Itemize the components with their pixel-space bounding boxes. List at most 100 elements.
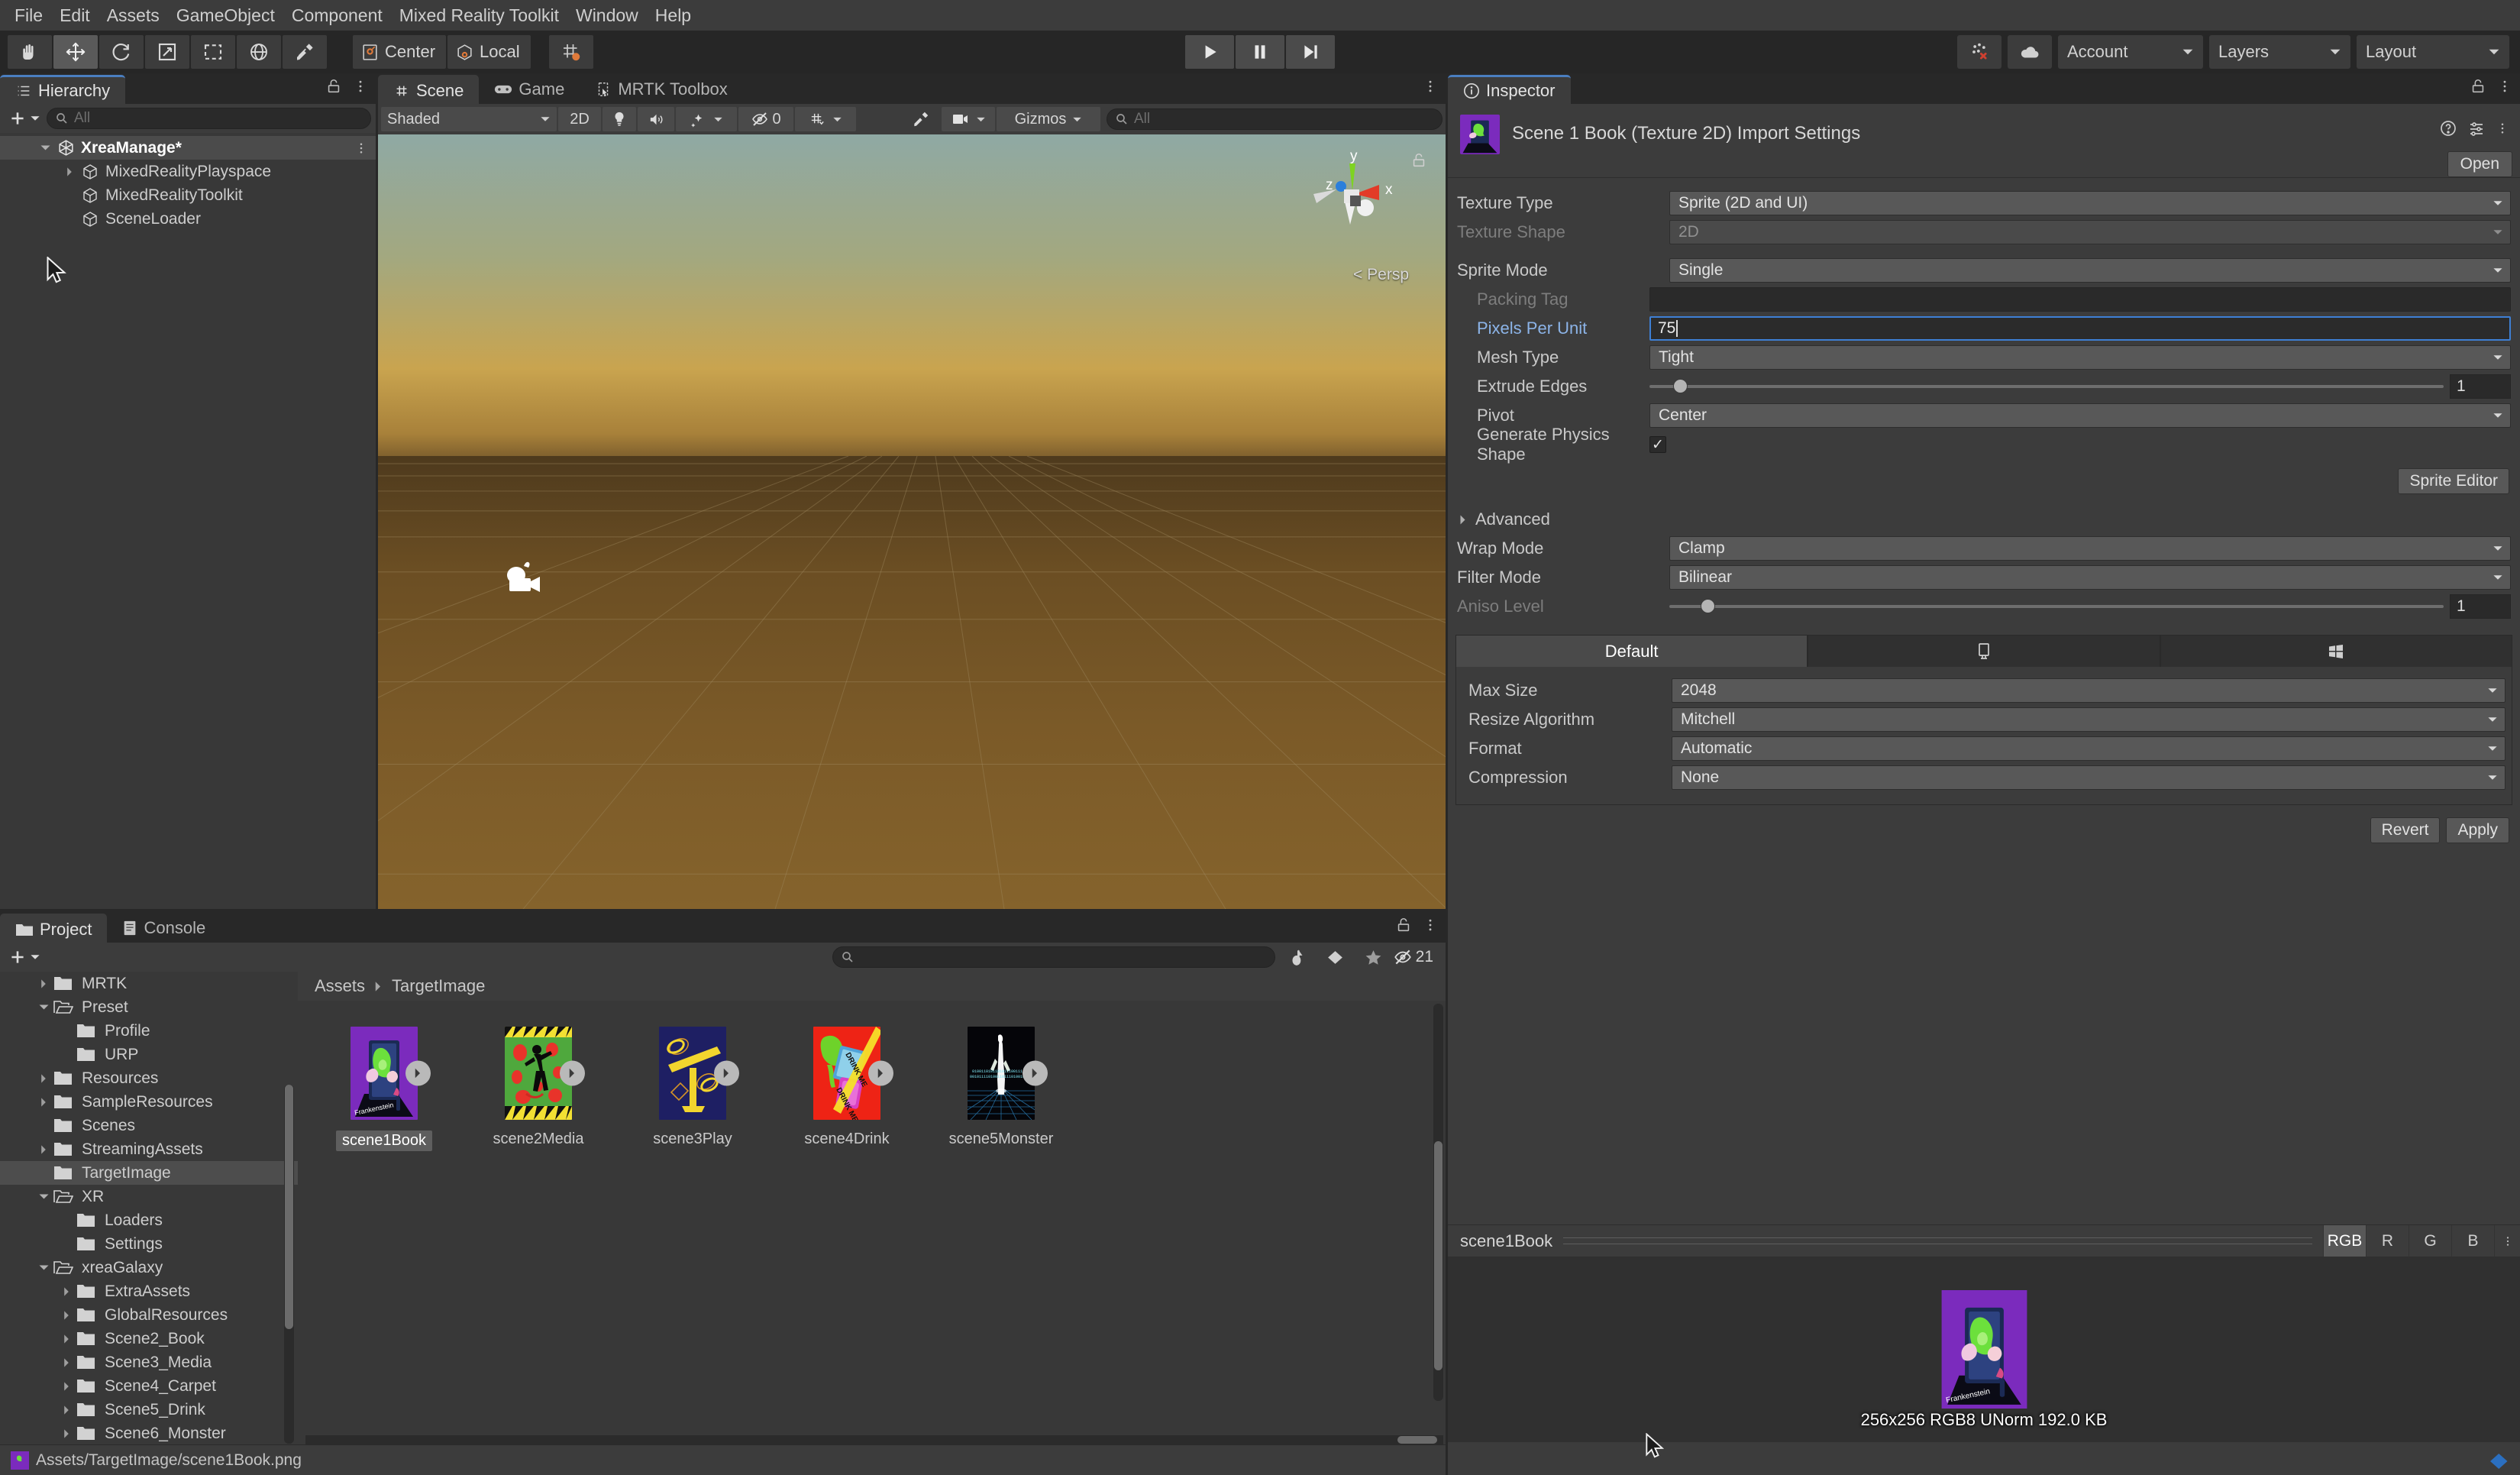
packing-tag-input[interactable]: [1649, 287, 2511, 312]
layers-dropdown[interactable]: Layers: [2209, 35, 2350, 69]
favorites-button[interactable]: [1355, 948, 1393, 967]
pivot-dropdown[interactable]: Center: [1649, 403, 2511, 428]
generate-physics-shape-checkbox[interactable]: ✓: [1649, 436, 1666, 453]
asset-expand-button[interactable]: [560, 1061, 585, 1086]
scene-viewport[interactable]: y z x < Persp: [378, 134, 1446, 909]
asset-item-scene2media[interactable]: scene2Media: [478, 1027, 599, 1151]
folder-row-resources[interactable]: Resources: [0, 1066, 298, 1090]
folder-row-sampleresources[interactable]: SampleResources: [0, 1090, 298, 1114]
scene-tools-button[interactable]: [902, 107, 940, 131]
lock-icon[interactable]: [2470, 78, 2486, 95]
step-button[interactable]: [1286, 35, 1335, 69]
draw-mode-dropdown[interactable]: Shaded: [381, 107, 557, 131]
rotate-tool-button[interactable]: [99, 35, 144, 69]
tab-game[interactable]: Game: [479, 75, 580, 104]
folder-row-scene5-drink[interactable]: Scene5_Drink: [0, 1398, 298, 1422]
project-hscrollbar[interactable]: [305, 1435, 1443, 1444]
twisty-right-icon[interactable]: [38, 1073, 49, 1084]
scene-camera-button[interactable]: [942, 107, 995, 131]
tab-project[interactable]: Project: [0, 914, 107, 943]
kebab-menu-icon[interactable]: [2497, 78, 2512, 95]
hidden-assets-count[interactable]: 21: [1393, 947, 1441, 967]
texture-type-dropdown[interactable]: Sprite (2D and UI): [1669, 191, 2511, 215]
rect-tool-button[interactable]: [191, 35, 235, 69]
scene-search-input[interactable]: All: [1107, 108, 1443, 130]
revert-button[interactable]: Revert: [2370, 817, 2441, 843]
lock-icon[interactable]: [1395, 917, 1412, 933]
folder-row-xreagalaxy[interactable]: xreaGalaxy: [0, 1256, 298, 1279]
toggle-2d-button[interactable]: 2D: [558, 107, 601, 131]
folder-row-xr[interactable]: XR: [0, 1185, 298, 1208]
folder-row-settings[interactable]: Settings: [0, 1232, 298, 1256]
play-button[interactable]: [1185, 35, 1234, 69]
tab-inspector[interactable]: Inspector: [1448, 75, 1571, 104]
asset-expand-button[interactable]: [405, 1061, 431, 1086]
hierarchy-search-input[interactable]: All: [47, 108, 371, 129]
lighting-toggle-button[interactable]: [603, 107, 636, 131]
menu-item-window[interactable]: Window: [567, 0, 647, 31]
scale-tool-button[interactable]: [145, 35, 189, 69]
kebab-menu-icon[interactable]: [353, 78, 368, 95]
max-size-dropdown[interactable]: 2048: [1672, 678, 2505, 703]
menu-item-help[interactable]: Help: [647, 0, 699, 31]
panel-divider-inspector[interactable]: [1446, 73, 1448, 1475]
asset-item-scene5monster[interactable]: 0100110101101011100111 00101111010011011…: [941, 1027, 1061, 1151]
project-tree-scrollbar[interactable]: [1433, 1004, 1443, 1401]
open-button[interactable]: Open: [2447, 151, 2512, 177]
twisty-right-icon[interactable]: [61, 1286, 72, 1297]
rotation-mode-button[interactable]: Local: [447, 35, 531, 69]
extrude-edges-slider[interactable]: [1649, 385, 2444, 388]
breadcrumb-targetimage[interactable]: TargetImage: [392, 976, 485, 996]
filter-by-label-button[interactable]: [1317, 948, 1355, 967]
twisty-right-icon[interactable]: [38, 978, 49, 989]
filter-mode-dropdown[interactable]: Bilinear: [1669, 565, 2511, 590]
hierarchy-row-xreamanage[interactable]: XreaManage*: [0, 136, 376, 160]
folder-row-targetimage[interactable]: TargetImage: [0, 1161, 298, 1185]
asset-item-scene1book[interactable]: Frankenstein scene1Book: [324, 1027, 444, 1151]
platform-tab-standalone[interactable]: [1808, 635, 2160, 667]
project-create-button[interactable]: [5, 947, 44, 967]
panel-divider-vertical[interactable]: [376, 73, 378, 909]
layout-dropdown[interactable]: Layout: [2357, 35, 2509, 69]
tag-icon[interactable]: [2486, 1450, 2509, 1473]
twisty-right-icon[interactable]: [61, 1405, 72, 1415]
hierarchy-create-button[interactable]: [5, 108, 44, 128]
help-icon[interactable]: [2439, 119, 2457, 137]
asset-item-scene3play[interactable]: scene3Play: [632, 1027, 753, 1151]
channel-r-button[interactable]: R: [2366, 1225, 2409, 1257]
twisty-down-icon[interactable]: [38, 1262, 50, 1273]
preset-icon[interactable]: [2467, 119, 2486, 137]
folder-row-scene6-monster[interactable]: Scene6_Monster: [0, 1422, 298, 1445]
hand-tool-button[interactable]: [8, 35, 52, 69]
scene-perspective-label[interactable]: < Persp: [1353, 266, 1409, 284]
custom-editor-tool-button[interactable]: [283, 35, 327, 69]
hierarchy-row-sceneloader[interactable]: SceneLoader: [0, 207, 376, 231]
transform-tool-button[interactable]: [237, 35, 281, 69]
kebab-menu-icon[interactable]: [1423, 917, 1438, 933]
channel-b-button[interactable]: B: [2451, 1225, 2494, 1257]
gizmos-dropdown[interactable]: Gizmos: [997, 107, 1100, 131]
menu-item-component[interactable]: Component: [283, 0, 391, 31]
folder-row-profile[interactable]: Profile: [0, 1019, 298, 1043]
lock-icon[interactable]: [325, 78, 342, 95]
platform-tab-windows[interactable]: [2160, 635, 2512, 667]
scene-axis-gizmo[interactable]: y z x: [1306, 148, 1404, 247]
folder-row-scenes[interactable]: Scenes: [0, 1114, 298, 1137]
tab-hierarchy[interactable]: Hierarchy: [0, 75, 125, 104]
filter-by-type-button[interactable]: [1278, 947, 1317, 967]
hierarchy-row-mixedrealityplayspace[interactable]: MixedRealityPlayspace: [0, 160, 376, 183]
kebab-menu-icon[interactable]: [2496, 120, 2509, 137]
mesh-type-dropdown[interactable]: Tight: [1649, 345, 2511, 370]
twisty-right-icon[interactable]: [61, 1357, 72, 1368]
extrude-edges-value[interactable]: 1: [2450, 374, 2511, 399]
folder-tree-scrollbar[interactable]: [284, 1085, 294, 1444]
resize-algorithm-dropdown[interactable]: Mitchell: [1672, 707, 2505, 732]
pause-button[interactable]: [1236, 35, 1284, 69]
twisty-right-icon[interactable]: [61, 1428, 72, 1439]
collab-icon[interactable]: [1957, 35, 2001, 69]
sprite-mode-dropdown[interactable]: Single: [1669, 258, 2511, 283]
twisty-down-icon[interactable]: [38, 1001, 50, 1013]
channel-g-button[interactable]: G: [2409, 1225, 2451, 1257]
scene-visibility-button[interactable]: [795, 107, 856, 131]
preview-kebab-menu[interactable]: [2494, 1225, 2520, 1257]
